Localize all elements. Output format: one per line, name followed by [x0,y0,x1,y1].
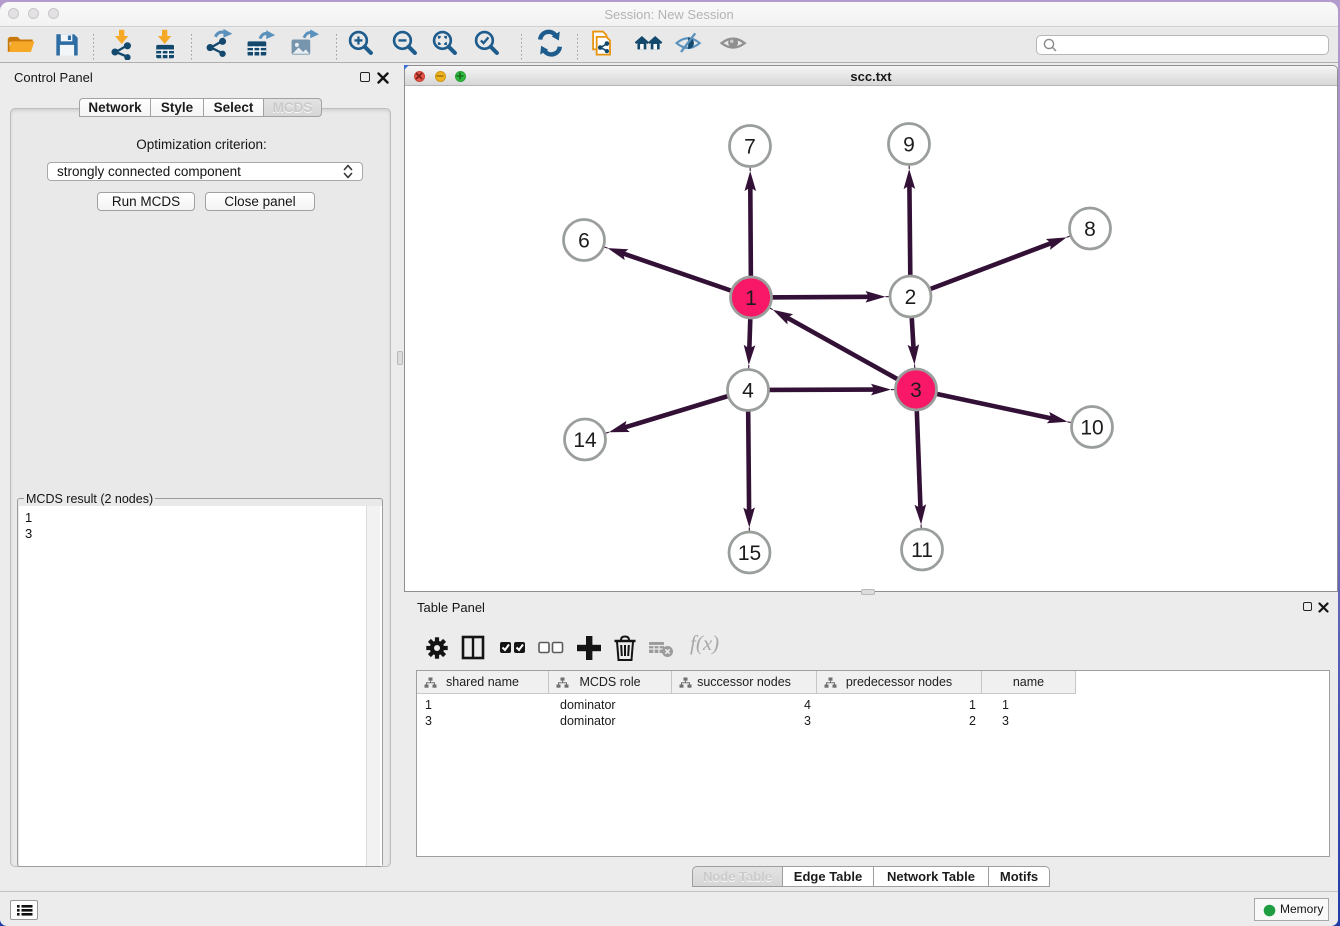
svg-text:9: 9 [903,134,915,157]
svg-text:1: 1 [745,287,757,310]
svg-text:6: 6 [578,230,590,253]
svg-text:7: 7 [744,136,756,159]
svg-text:3: 3 [910,379,922,402]
svg-text:14: 14 [573,429,597,452]
svg-text:10: 10 [1080,417,1103,440]
svg-text:15: 15 [738,542,761,565]
svg-text:11: 11 [911,539,933,562]
svg-text:4: 4 [742,380,754,403]
svg-text:8: 8 [1084,218,1096,241]
svg-text:2: 2 [905,286,917,309]
